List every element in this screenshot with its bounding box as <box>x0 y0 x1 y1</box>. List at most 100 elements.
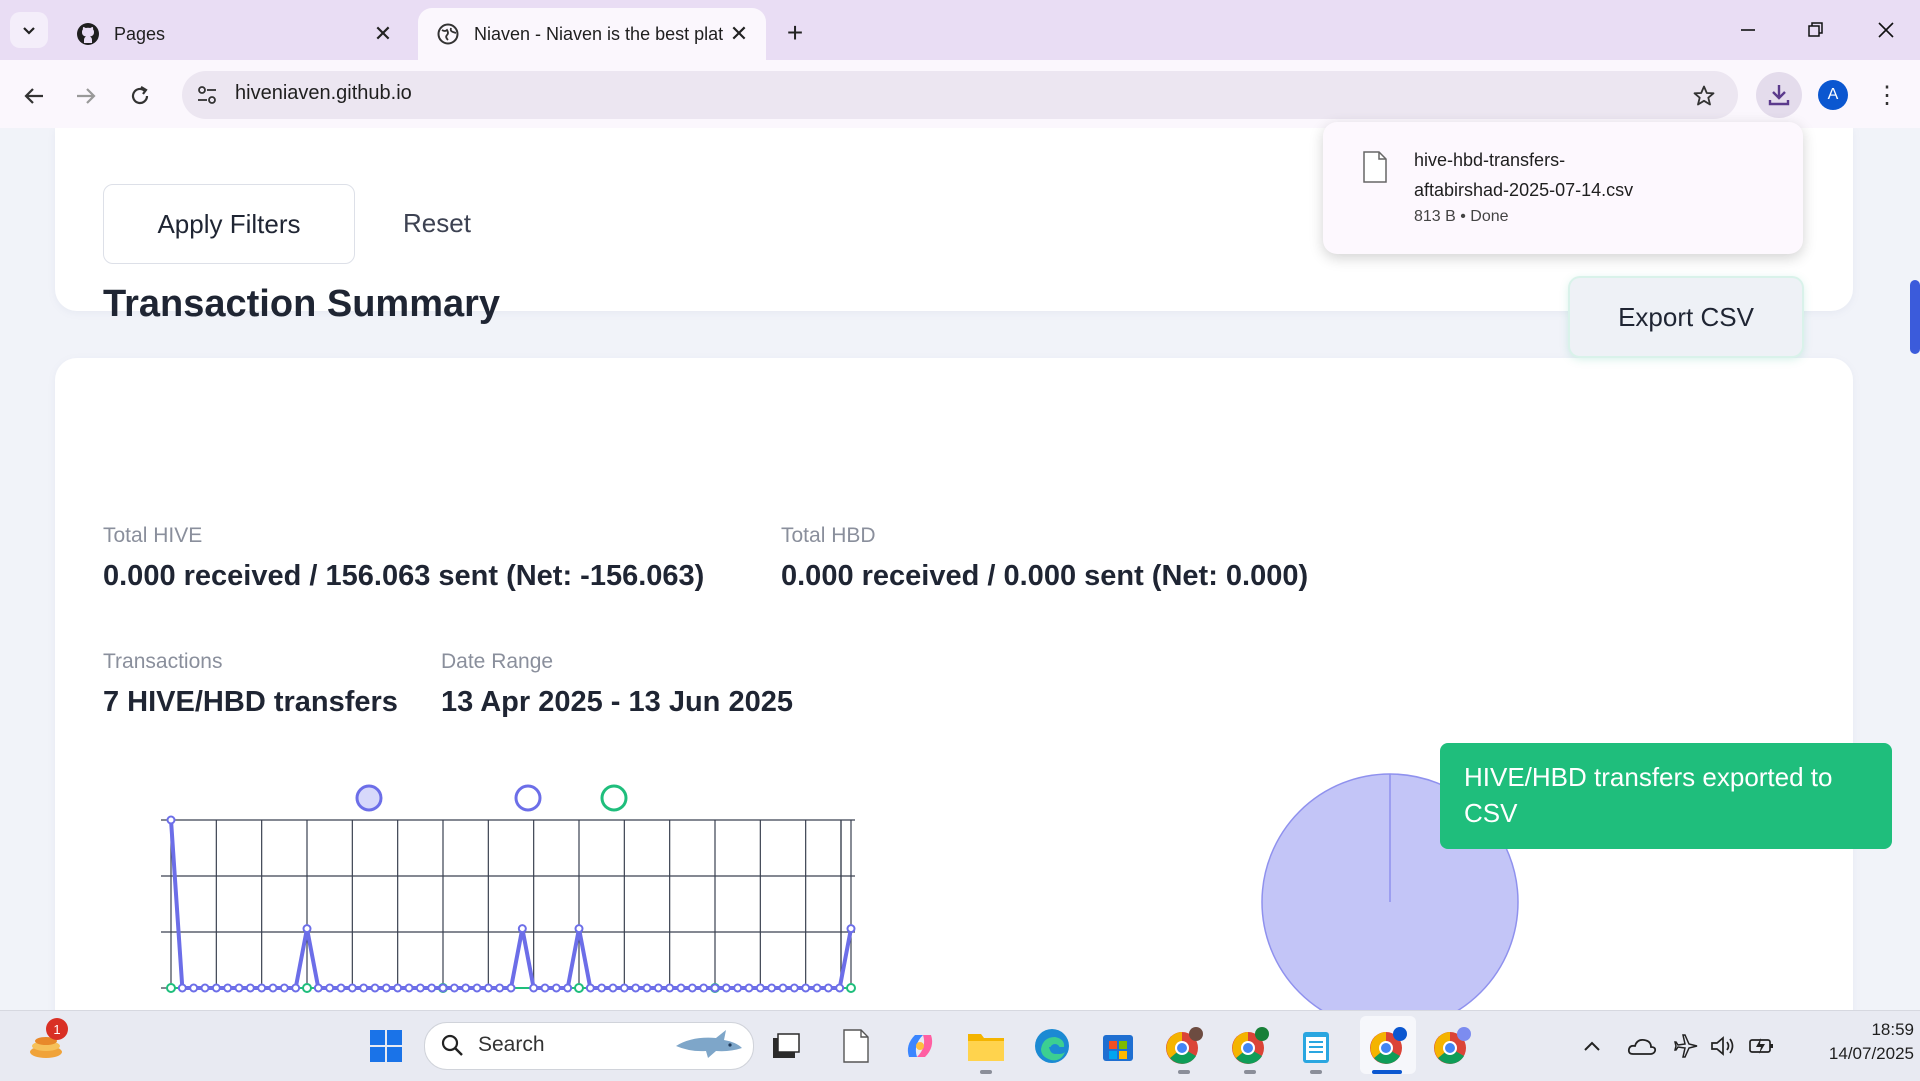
task-view-icon[interactable] <box>764 1024 808 1068</box>
onedrive-icon[interactable] <box>1620 1024 1664 1068</box>
notepad-icon[interactable] <box>1294 1024 1338 1068</box>
data-point <box>755 983 765 993</box>
battery-charging-icon[interactable] <box>1740 1024 1784 1068</box>
data-point <box>461 983 471 993</box>
total-hive-value: 0.000 received / 156.063 sent (Net: -156… <box>103 560 705 592</box>
legend-marker <box>514 784 542 812</box>
data-point <box>676 983 686 993</box>
active-indicator <box>1372 1070 1402 1074</box>
data-point <box>721 983 731 993</box>
chrome-profile-3-icon[interactable] <box>1366 1024 1410 1068</box>
chrome-profile-1-icon[interactable] <box>1162 1024 1206 1068</box>
data-point <box>733 983 743 993</box>
apply-filters-button[interactable]: Apply Filters <box>103 184 355 264</box>
data-point <box>200 983 210 993</box>
chrome-profile-2-icon[interactable] <box>1228 1024 1272 1068</box>
data-point <box>563 983 573 993</box>
export-csv-button[interactable]: Export CSV <box>1570 278 1802 356</box>
start-windows-icon[interactable] <box>364 1024 408 1068</box>
download-filename[interactable]: hive-hbd-transfers- <box>1414 150 1565 171</box>
data-point <box>517 924 527 934</box>
date-range-label: Date Range <box>441 650 554 673</box>
data-point <box>268 983 278 993</box>
close-icon[interactable]: ✕ <box>726 21 752 47</box>
store-icon[interactable] <box>1096 1024 1140 1068</box>
reload-icon <box>131 86 149 105</box>
data-point <box>472 983 482 993</box>
series-line-hive <box>169 819 853 990</box>
restore-button[interactable] <box>1792 10 1840 50</box>
data-point <box>778 983 788 993</box>
data-point <box>381 983 391 993</box>
edge-icon[interactable] <box>1030 1024 1074 1068</box>
reload-button[interactable] <box>120 76 160 116</box>
minimize-button[interactable] <box>1724 10 1772 50</box>
file-icon <box>1363 151 1387 183</box>
profile-avatar[interactable]: A <box>1818 80 1848 110</box>
total-hbd-value: 0.000 received / 0.000 sent (Net: 0.000) <box>781 560 1309 592</box>
reset-button[interactable]: Reset <box>380 184 494 262</box>
transactions-value: 7 HIVE/HBD transfers <box>103 686 398 718</box>
data-point <box>506 983 516 993</box>
data-point <box>302 924 312 934</box>
restore-icon <box>1808 22 1823 37</box>
data-point <box>846 924 856 934</box>
clock-date[interactable]: 14/07/2025 <box>1790 1044 1914 1064</box>
running-indicator <box>1244 1070 1256 1074</box>
data-point <box>234 983 244 993</box>
blank-file-icon[interactable] <box>834 1024 878 1068</box>
data-point <box>823 983 833 993</box>
file-explorer-icon[interactable] <box>964 1024 1008 1068</box>
data-point <box>166 815 176 825</box>
close-icon[interactable]: ✕ <box>370 21 396 47</box>
minimize-icon <box>1741 29 1755 31</box>
data-point <box>279 983 289 993</box>
data-point <box>631 983 641 993</box>
total-hbd-label: Total HBD <box>781 524 876 547</box>
download-filename-cont[interactable]: aftabirshad-2025-07-14.csv <box>1414 180 1633 201</box>
running-indicator <box>980 1070 992 1074</box>
data-point <box>166 983 176 993</box>
search-icon <box>441 1034 463 1056</box>
data-point <box>495 983 505 993</box>
chevron-up-icon[interactable] <box>1570 1024 1614 1068</box>
forward-button[interactable] <box>66 76 106 116</box>
downloads-button[interactable] <box>1756 72 1802 118</box>
download-icon <box>1768 85 1790 106</box>
chrome-profile-4-icon[interactable] <box>1430 1024 1474 1068</box>
running-indicator <box>1178 1070 1190 1074</box>
kebab-menu-icon[interactable]: ⋮ <box>1872 78 1902 112</box>
tab-search-button[interactable] <box>10 12 48 48</box>
data-point <box>325 983 335 993</box>
data-point <box>574 983 584 993</box>
data-point <box>404 983 414 993</box>
close-window-button[interactable] <box>1862 10 1910 50</box>
site-settings-icon[interactable] <box>193 81 221 109</box>
data-point <box>189 983 199 993</box>
legend-marker <box>600 784 628 812</box>
tab-niaven[interactable]: Niaven - Niaven is the best plat ✕ <box>418 8 766 60</box>
data-point <box>257 983 267 993</box>
back-button[interactable] <box>14 76 54 116</box>
github-icon <box>76 22 100 46</box>
data-point <box>687 983 697 993</box>
url-text[interactable]: hiveniaven.github.io <box>235 82 412 105</box>
tab-title: Pages <box>114 23 166 44</box>
data-point <box>744 983 754 993</box>
clock-time[interactable]: 18:59 <box>1790 1020 1914 1040</box>
data-point <box>574 924 584 934</box>
scrollbar-thumb[interactable] <box>1910 280 1920 354</box>
shark-icon <box>676 1030 742 1058</box>
data-point <box>302 983 312 993</box>
tab-pages[interactable]: Pages ✕ <box>58 8 410 60</box>
copilot-icon[interactable] <box>898 1024 942 1068</box>
bookmark-star-icon[interactable] <box>1688 80 1720 112</box>
address-bar[interactable] <box>182 71 1738 119</box>
running-indicator <box>1310 1070 1322 1074</box>
summary-title: Transaction Summary <box>103 283 501 325</box>
data-point <box>427 983 437 993</box>
data-point <box>370 983 380 993</box>
new-tab-button[interactable]: + <box>778 16 812 50</box>
data-point <box>710 983 720 993</box>
data-point <box>653 983 663 993</box>
